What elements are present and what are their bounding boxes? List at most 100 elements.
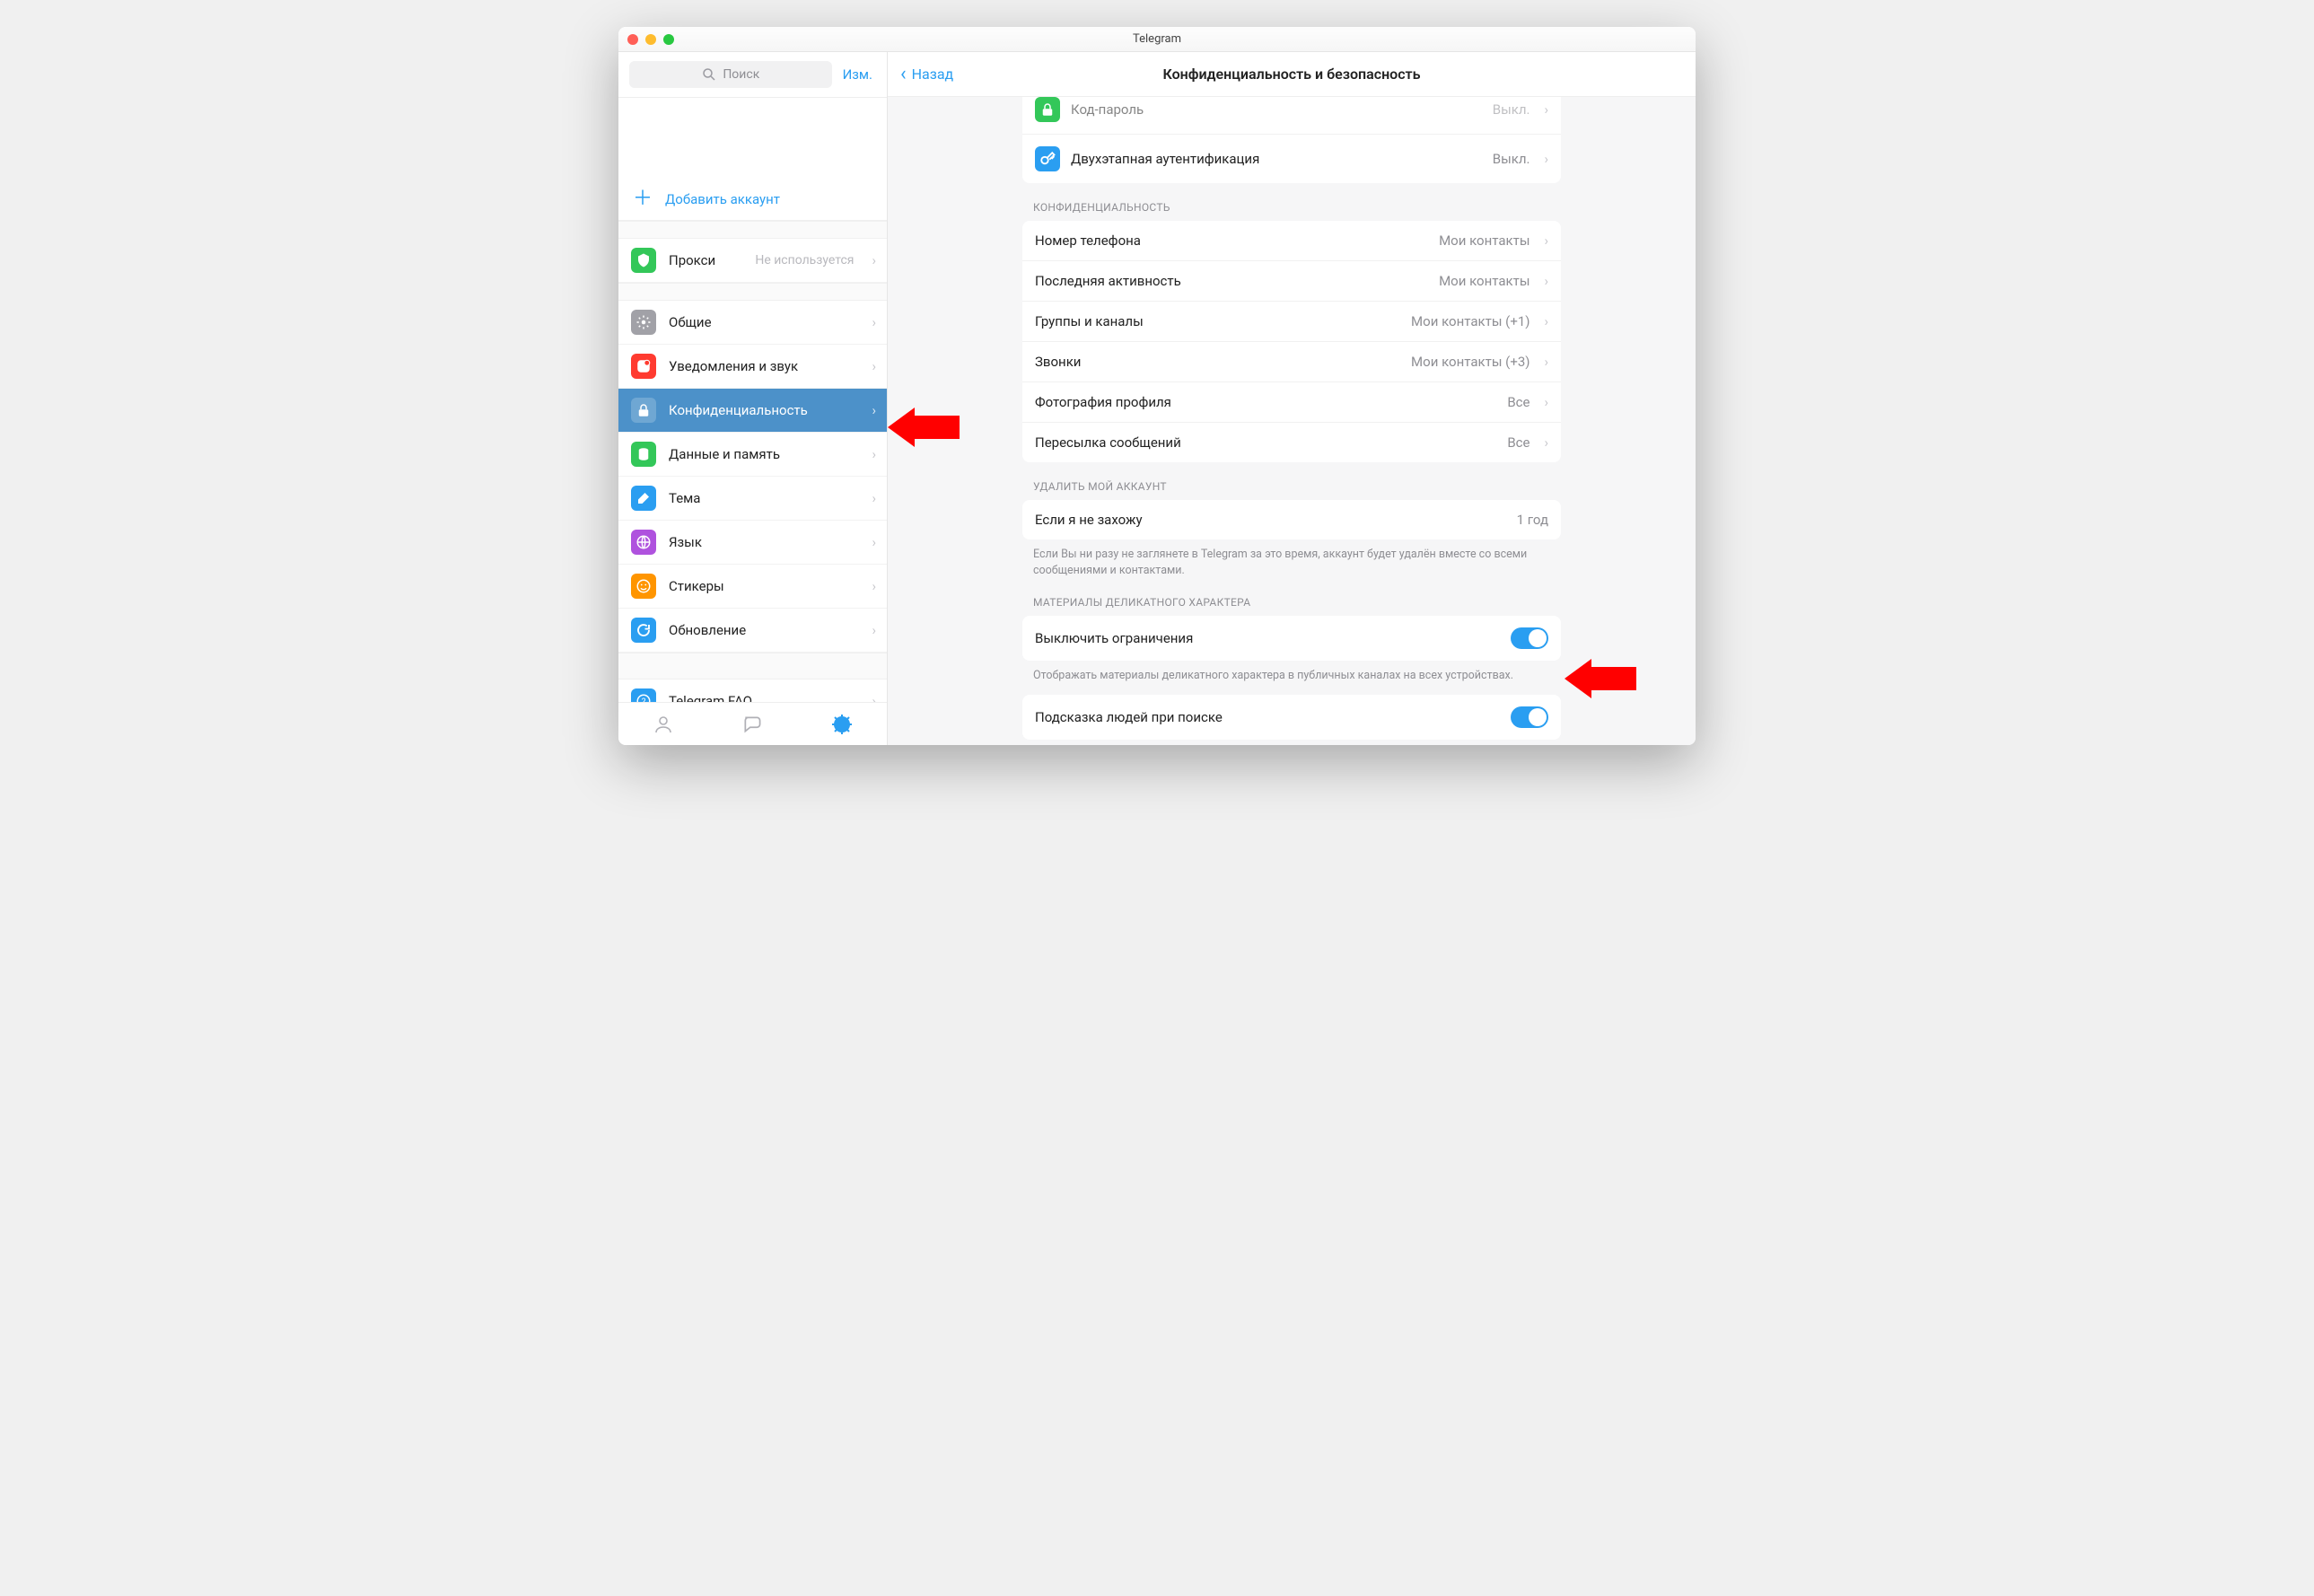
chevron-right-icon: › [1544, 313, 1548, 329]
sidebar-item-label: Тема [669, 490, 859, 506]
toggle-disable-filtering[interactable] [1511, 627, 1548, 649]
row-account-ttl[interactable]: Если я не захожу 1 год [1022, 500, 1561, 539]
chevron-right-icon: › [1544, 434, 1548, 451]
content-scroll[interactable]: Код-парольВыкл.›Двухэтапная аутентификац… [888, 97, 1696, 745]
chevron-right-icon: › [872, 314, 876, 330]
data-icon [631, 442, 656, 467]
main-panel: ‹ Назад Конфиденциальность и безопасност… [888, 52, 1696, 745]
sidebar-item-privacy[interactable]: Конфиденциальность› [618, 389, 887, 433]
toggle-suggest-contacts[interactable] [1511, 706, 1548, 728]
sidebar-item-label: Данные и память [669, 446, 859, 462]
row-value: Мои контакты (+3) [1411, 354, 1530, 370]
app-window: Telegram Поиск Изм. ＋ Добавить аккаунт [618, 27, 1696, 745]
chevron-right-icon: › [872, 534, 876, 550]
row-privacy-0[interactable]: Номер телефонаМои контакты› [1022, 221, 1561, 261]
section-footer-delete: Если Вы ни разу не заглянете в Telegram … [1022, 539, 1561, 578]
search-placeholder: Поиск [723, 67, 759, 82]
titlebar: Telegram [618, 27, 1696, 52]
sidebar-item-language[interactable]: Язык › [618, 521, 887, 565]
row-suggest-contacts[interactable]: Подсказка людей при поиске [1022, 695, 1561, 740]
sidebar-item-label: Общие [669, 314, 859, 330]
chevron-right-icon: › [872, 693, 876, 702]
edit-button[interactable]: Изм. [839, 66, 876, 83]
chevron-right-icon: › [1544, 394, 1548, 410]
row-label: Последняя активность [1035, 273, 1428, 289]
theme-icon [631, 486, 656, 511]
row-twostep[interactable]: Двухэтапная аутентификация Выкл. › [1022, 135, 1561, 183]
twostep-icon [1035, 146, 1060, 171]
sidebar-item-label: Конфиденциальность [669, 402, 859, 418]
security-card: Код-парольВыкл.›Двухэтапная аутентификац… [1022, 97, 1561, 183]
chevron-right-icon: › [872, 358, 876, 374]
annotation-arrow-sidebar [888, 408, 960, 447]
sidebar-item-label: Язык [669, 534, 859, 550]
search-input[interactable]: Поиск [629, 61, 832, 88]
row-privacy-1[interactable]: Последняя активностьМои контакты› [1022, 261, 1561, 302]
row-label: Группы и каналы [1035, 313, 1400, 329]
page-title: Конфиденциальность и безопасность [888, 66, 1696, 83]
chevron-right-icon: › [1544, 101, 1548, 118]
row-value: Все [1507, 394, 1530, 410]
sidebar-tabs [618, 702, 887, 745]
row-value: Выкл. [1493, 151, 1530, 167]
add-account-button[interactable]: ＋ Добавить аккаунт [618, 179, 887, 221]
update-icon [631, 618, 656, 643]
row-label: Код-пароль [1071, 101, 1482, 118]
chevron-right-icon: › [872, 252, 876, 268]
add-account-label: Добавить аккаунт [665, 191, 780, 207]
row-value: Выкл. [1493, 101, 1530, 118]
tab-chats[interactable] [708, 703, 798, 745]
shield-icon [631, 248, 656, 273]
section-title-delete: УДАЛИТЬ МОЙ АККАУНТ [1022, 462, 1561, 500]
sidebar-item-label: Telegram FAQ [669, 693, 859, 702]
row-value: 1 год [1517, 512, 1548, 528]
sidebar-item-update[interactable]: Обновление › [618, 609, 887, 653]
row-privacy-3[interactable]: ЗвонкиМои контакты (+3)› [1022, 342, 1561, 382]
sidebar-item-data[interactable]: Данные и память › [618, 433, 887, 477]
section-footer-sensitive: Отображать материалы деликатного характе… [1022, 661, 1561, 684]
search-icon [701, 66, 717, 83]
language-icon [631, 530, 656, 555]
row-value: Все [1507, 434, 1530, 451]
sidebar-item-faq[interactable]: ?Telegram FAQ› [618, 680, 887, 702]
row-label: Подсказка людей при поиске [1035, 709, 1500, 725]
row-label: Пересылка сообщений [1035, 434, 1496, 451]
suggest-card: Подсказка людей при поиске [1022, 695, 1561, 740]
sidebar-item-stickers[interactable]: Стикеры› [618, 565, 887, 609]
general-icon [631, 310, 656, 335]
chevron-right-icon: › [1544, 151, 1548, 167]
row-label: Фотография профиля [1035, 394, 1496, 410]
row-label: Номер телефона [1035, 232, 1428, 249]
tab-settings[interactable] [797, 703, 887, 745]
row-label: Если я не захожу [1035, 512, 1506, 528]
sidebar-item-label: Уведомления и звук [669, 358, 859, 374]
section-footer-suggest: Показывать пользователей, которым Вы час… [1022, 740, 1561, 746]
section-title-sensitive: МАТЕРИАЛЫ ДЕЛИКАТНОГО ХАРАКТЕРА [1022, 578, 1561, 616]
privacy-card: Номер телефонаМои контакты›Последняя акт… [1022, 221, 1561, 462]
annotation-arrow-toggle [1565, 659, 1636, 698]
row-privacy-5[interactable]: Пересылка сообщений Все › [1022, 423, 1561, 462]
sidebar-scroll: ＋ Добавить аккаунт Прокси Не используетс… [618, 98, 887, 702]
sidebar-item-proxy[interactable]: Прокси Не используется › [618, 239, 887, 283]
sidebar-item-label: Обновление [669, 622, 859, 638]
sidebar-item-label: Прокси [669, 252, 742, 268]
row-disable-filtering[interactable]: Выключить ограничения [1022, 616, 1561, 661]
row-privacy-4[interactable]: Фотография профиля Все › [1022, 382, 1561, 423]
row-label: Двухэтапная аутентификация [1071, 151, 1482, 167]
sidebar-item-theme[interactable]: Тема› [618, 477, 887, 521]
chevron-right-icon: › [872, 622, 876, 638]
sidebar-item-notifications[interactable]: Уведомления и звук › [618, 345, 887, 389]
section-title-privacy: КОНФИДЕНЦИАЛЬНОСТЬ [1022, 183, 1561, 221]
row-passcode[interactable]: Код-пароль Выкл. › [1022, 97, 1561, 135]
chevron-right-icon: › [1544, 354, 1548, 370]
chevron-right-icon: › [872, 446, 876, 462]
main-header: ‹ Назад Конфиденциальность и безопасност… [888, 52, 1696, 97]
sidebar: Поиск Изм. ＋ Добавить аккаунт Прокси Не … [618, 52, 888, 745]
sidebar-item-label: Стикеры [669, 578, 859, 594]
passcode-icon [1035, 97, 1060, 122]
row-privacy-2[interactable]: Группы и каналы Мои контакты (+1) › [1022, 302, 1561, 342]
sidebar-item-general[interactable]: Общие › [618, 301, 887, 345]
tab-contacts[interactable] [618, 703, 708, 745]
row-value: Мои контакты (+1) [1411, 313, 1530, 329]
sidebar-item-value: Не используется [755, 253, 854, 267]
